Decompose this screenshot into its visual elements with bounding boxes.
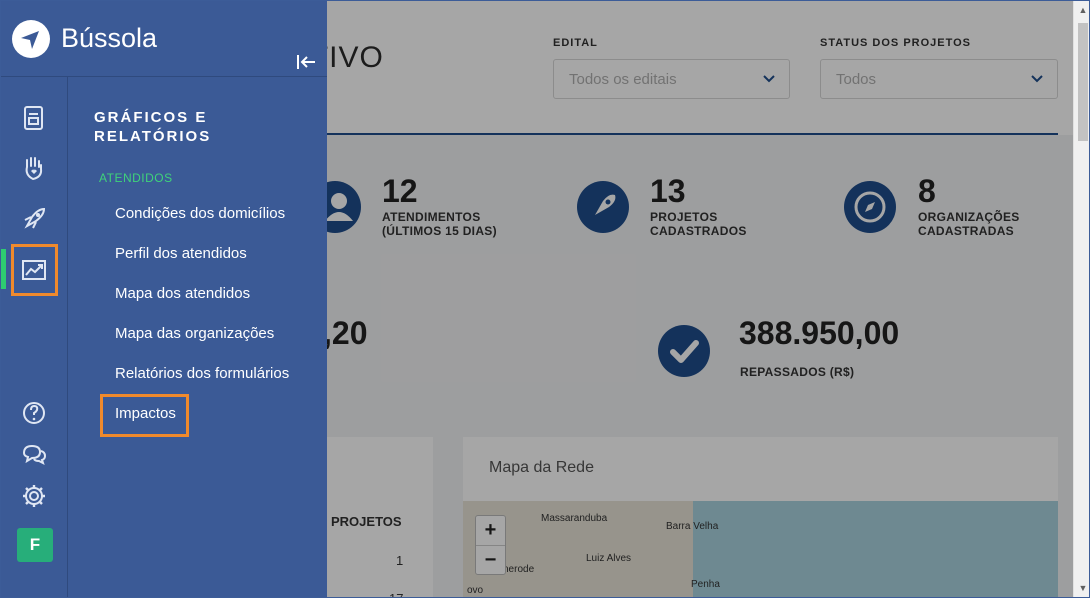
scroll-up-arrow-icon[interactable]: ▲	[1074, 1, 1089, 19]
help-icon[interactable]	[21, 400, 47, 426]
collapse-sidebar-icon[interactable]	[296, 53, 316, 71]
menu-item-impactos[interactable]: Impactos	[115, 405, 176, 422]
menu-item-mapa-atendidos[interactable]: Mapa dos atendidos	[115, 285, 250, 302]
menu-item-perfil-atendidos[interactable]: Perfil dos atendidos	[115, 245, 247, 262]
avatar[interactable]: F	[17, 528, 53, 562]
chart-icon[interactable]	[21, 257, 47, 283]
menu-item-mapa-organizacoes[interactable]: Mapa das organizações	[115, 325, 274, 342]
vertical-scrollbar[interactable]: ▲ ▼	[1073, 1, 1089, 597]
brand-name: Bússola	[61, 23, 158, 53]
active-indicator	[1, 249, 6, 289]
brand-header: Bússola	[1, 1, 327, 77]
hand-heart-icon[interactable]	[21, 155, 47, 181]
menu-section-atendidos: ATENDIDOS	[99, 171, 173, 185]
app-window: ATIVO EDITAL Todos os editais STATUS DOS…	[0, 0, 1090, 598]
menu-title: GRÁFICOS E RELATÓRIOS	[94, 109, 212, 145]
chat-icon[interactable]	[21, 441, 47, 467]
scroll-thumb[interactable]	[1078, 23, 1088, 141]
document-icon[interactable]	[21, 105, 47, 131]
menu-item-condicoes-domicilios[interactable]: Condições dos domicílios	[115, 205, 285, 222]
gear-icon[interactable]	[21, 483, 47, 509]
rocket-icon[interactable]	[21, 206, 47, 232]
menu-item-relatorios-formularios[interactable]: Relatórios dos formulários	[115, 365, 289, 382]
sidebar: Bússola F GRÁFICOS E RELATÓRIOS ATENDIDO…	[1, 1, 327, 597]
scroll-down-arrow-icon[interactable]: ▼	[1074, 579, 1089, 597]
compass-logo-icon	[12, 20, 50, 58]
